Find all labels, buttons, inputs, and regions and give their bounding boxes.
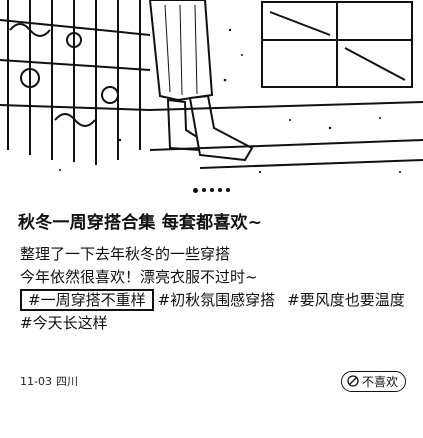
hashtag-link[interactable]: #一周穿搭不重样 [20, 289, 154, 311]
post-location: 四川 [55, 375, 78, 388]
carousel-dot [202, 188, 206, 192]
carousel-dot-active [193, 187, 198, 193]
post-footer: 11-03 四川 不喜欢 [20, 370, 406, 392]
post-body: 整理了一下去年秋冬的一些穿搭 今年依然很喜欢！漂亮衣服不过时~ #一周穿搭不重样… [20, 243, 415, 335]
post-image[interactable] [0, 0, 423, 180]
dislike-icon [347, 375, 359, 387]
carousel-dot [218, 188, 222, 192]
post-body-line: 今年依然很喜欢！漂亮衣服不过时~ [20, 268, 258, 286]
carousel-dot [226, 188, 230, 192]
dislike-label: 不喜欢 [361, 374, 398, 389]
post-title: 秋冬一周穿搭合集 每套都喜欢~ [18, 213, 263, 233]
post-date: 11-03 [20, 375, 52, 388]
hashtag-link[interactable]: #初秋氛围感穿搭 [158, 291, 276, 309]
carousel-dot [210, 188, 214, 192]
hashtag-link[interactable]: #今天长这样 [20, 314, 108, 332]
dislike-button[interactable]: 不喜欢 [340, 370, 406, 392]
hashtag-row: #今天长这样 [20, 312, 415, 335]
hashtag-row: #一周穿搭不重样 #初秋氛围感穿搭 #要风度也要温度 [20, 289, 415, 312]
post-meta: 11-03 四川 [20, 373, 78, 389]
hashtag-link[interactable]: #要风度也要温度 [287, 291, 405, 309]
post-image-illustration [0, 0, 423, 180]
carousel-indicator [0, 187, 423, 193]
post-body-line: 整理了一下去年秋冬的一些穿搭 [20, 245, 231, 263]
